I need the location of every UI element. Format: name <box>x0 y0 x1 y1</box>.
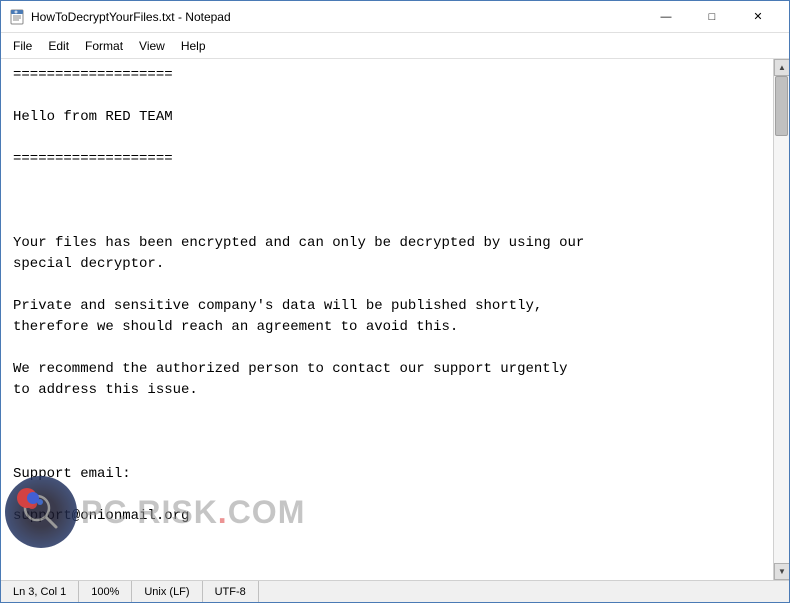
window-controls: — □ ✕ <box>643 1 781 33</box>
menu-bar: File Edit Format View Help <box>1 33 789 59</box>
menu-format[interactable]: Format <box>77 37 131 55</box>
maximize-button[interactable]: □ <box>689 1 735 33</box>
minimize-button[interactable]: — <box>643 1 689 33</box>
window-title: HowToDecryptYourFiles.txt - Notepad <box>31 10 643 24</box>
menu-edit[interactable]: Edit <box>40 37 77 55</box>
app-icon <box>9 9 25 25</box>
status-zoom: 100% <box>79 581 132 602</box>
close-button[interactable]: ✕ <box>735 1 781 33</box>
scroll-up-button[interactable]: ▲ <box>774 59 789 76</box>
status-line-ending: Unix (LF) <box>132 581 202 602</box>
scrollbar-track[interactable] <box>774 76 789 563</box>
notepad-window: HowToDecryptYourFiles.txt - Notepad — □ … <box>0 0 790 603</box>
title-bar: HowToDecryptYourFiles.txt - Notepad — □ … <box>1 1 789 33</box>
menu-file[interactable]: File <box>5 37 40 55</box>
menu-view[interactable]: View <box>131 37 173 55</box>
status-encoding: UTF-8 <box>203 581 259 602</box>
text-content[interactable]: =================== Hello from RED TEAM … <box>1 59 773 580</box>
menu-help[interactable]: Help <box>173 37 214 55</box>
status-bar: Ln 3, Col 1 100% Unix (LF) UTF-8 <box>1 580 789 602</box>
status-line-col: Ln 3, Col 1 <box>9 581 79 602</box>
scroll-down-button[interactable]: ▼ <box>774 563 789 580</box>
content-area: =================== Hello from RED TEAM … <box>1 59 789 580</box>
scrollbar[interactable]: ▲ ▼ <box>773 59 789 580</box>
scrollbar-thumb[interactable] <box>775 76 788 136</box>
